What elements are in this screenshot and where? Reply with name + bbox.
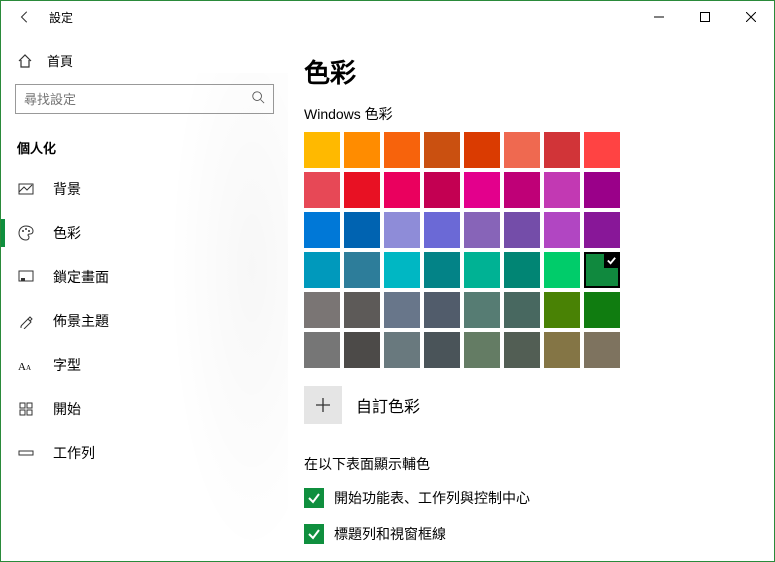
- nav-label: 字型: [53, 355, 81, 375]
- nav-icon: [17, 313, 35, 329]
- home-icon: [17, 53, 33, 69]
- color-swatch[interactable]: [584, 132, 620, 168]
- color-swatch[interactable]: [504, 332, 540, 368]
- color-swatch[interactable]: [544, 332, 580, 368]
- custom-color-button[interactable]: [304, 386, 342, 424]
- color-swatch[interactable]: [344, 252, 380, 288]
- sidebar-item-6[interactable]: 工作列: [1, 431, 288, 475]
- search-input[interactable]: [15, 84, 274, 114]
- color-swatch[interactable]: [464, 292, 500, 328]
- svg-text:A: A: [18, 361, 26, 372]
- color-grid: [304, 132, 774, 368]
- sidebar-item-1[interactable]: 色彩: [1, 211, 288, 255]
- color-swatch[interactable]: [384, 332, 420, 368]
- sidebar-item-5[interactable]: 開始: [1, 387, 288, 431]
- checkbox2-label: 標題列和視窗框線: [334, 524, 446, 544]
- color-swatch[interactable]: [424, 212, 460, 248]
- color-swatch[interactable]: [504, 252, 540, 288]
- home-label: 首頁: [47, 51, 73, 70]
- selected-check-icon: [604, 253, 619, 268]
- maximize-button[interactable]: [682, 1, 728, 33]
- search-icon: [251, 90, 265, 109]
- svg-text:A: A: [26, 364, 31, 372]
- color-swatch[interactable]: [464, 252, 500, 288]
- section-header: 個人化: [1, 124, 288, 167]
- nav-label: 開始: [53, 399, 81, 419]
- sidebar-item-2[interactable]: 鎖定畫面: [1, 255, 288, 299]
- close-button[interactable]: [728, 1, 774, 33]
- checkbox1-label: 開始功能表、工作列與控制中心: [334, 488, 530, 508]
- back-button[interactable]: [9, 1, 41, 33]
- nav-icon: [17, 269, 35, 285]
- nav-icon: [17, 225, 35, 241]
- check-icon: [307, 527, 321, 541]
- color-swatch[interactable]: [544, 132, 580, 168]
- page-title: 色彩: [304, 53, 774, 90]
- color-swatch[interactable]: [304, 252, 340, 288]
- color-swatch[interactable]: [344, 212, 380, 248]
- color-swatch[interactable]: [504, 172, 540, 208]
- windows-colors-label: Windows 色彩: [304, 104, 774, 124]
- color-swatch[interactable]: [544, 292, 580, 328]
- color-swatch[interactable]: [304, 172, 340, 208]
- nav-icon: [17, 445, 35, 461]
- color-swatch[interactable]: [424, 332, 460, 368]
- color-swatch[interactable]: [384, 132, 420, 168]
- sidebar: 首頁 個人化 背景色彩鎖定畫面佈景主題 AA 字型開始工作列: [1, 33, 288, 561]
- accent-surfaces-label: 在以下表面顯示輔色: [304, 454, 774, 474]
- color-swatch[interactable]: [424, 252, 460, 288]
- color-swatch[interactable]: [304, 132, 340, 168]
- nav-label: 背景: [53, 179, 81, 199]
- color-swatch[interactable]: [504, 212, 540, 248]
- check-icon: [307, 491, 321, 505]
- checkbox-start-taskbar[interactable]: [304, 488, 324, 508]
- minimize-button[interactable]: [636, 1, 682, 33]
- sidebar-item-4[interactable]: AA 字型: [1, 343, 288, 387]
- color-swatch[interactable]: [304, 332, 340, 368]
- color-swatch[interactable]: [384, 252, 420, 288]
- color-swatch[interactable]: [504, 132, 540, 168]
- sidebar-item-3[interactable]: 佈景主題: [1, 299, 288, 343]
- window-title: 設定: [49, 9, 73, 26]
- nav-icon: [17, 181, 35, 197]
- color-swatch[interactable]: [424, 172, 460, 208]
- color-swatch[interactable]: [544, 212, 580, 248]
- color-swatch[interactable]: [464, 132, 500, 168]
- color-swatch[interactable]: [544, 252, 580, 288]
- color-swatch[interactable]: [464, 212, 500, 248]
- color-swatch[interactable]: [584, 332, 620, 368]
- color-swatch[interactable]: [384, 212, 420, 248]
- color-swatch[interactable]: [584, 212, 620, 248]
- nav-icon: [17, 401, 35, 417]
- nav-icon: AA: [17, 358, 35, 372]
- color-swatch[interactable]: [584, 172, 620, 208]
- color-swatch[interactable]: [584, 292, 620, 328]
- nav-label: 色彩: [53, 223, 81, 243]
- color-swatch[interactable]: [344, 172, 380, 208]
- color-swatch[interactable]: [544, 172, 580, 208]
- color-swatch[interactable]: [344, 292, 380, 328]
- content-area: 色彩 Windows 色彩 自訂色彩 在以下表面顯示輔色 開始功能表、工作列與控…: [288, 33, 774, 561]
- color-swatch[interactable]: [424, 132, 460, 168]
- color-swatch[interactable]: [464, 172, 500, 208]
- nav-label: 工作列: [53, 443, 95, 463]
- color-swatch[interactable]: [424, 292, 460, 328]
- custom-color-label: 自訂色彩: [356, 393, 420, 417]
- checkbox-titlebars[interactable]: [304, 524, 324, 544]
- sidebar-item-0[interactable]: 背景: [1, 167, 288, 211]
- color-swatch[interactable]: [304, 292, 340, 328]
- nav-label: 鎖定畫面: [53, 267, 109, 287]
- color-swatch[interactable]: [584, 252, 620, 288]
- home-nav[interactable]: 首頁: [1, 41, 288, 80]
- color-swatch[interactable]: [304, 212, 340, 248]
- plus-icon: [315, 397, 331, 413]
- color-swatch[interactable]: [384, 292, 420, 328]
- color-swatch[interactable]: [504, 292, 540, 328]
- color-swatch[interactable]: [344, 132, 380, 168]
- color-swatch[interactable]: [464, 332, 500, 368]
- nav-label: 佈景主題: [53, 311, 109, 331]
- color-swatch[interactable]: [344, 332, 380, 368]
- color-swatch[interactable]: [384, 172, 420, 208]
